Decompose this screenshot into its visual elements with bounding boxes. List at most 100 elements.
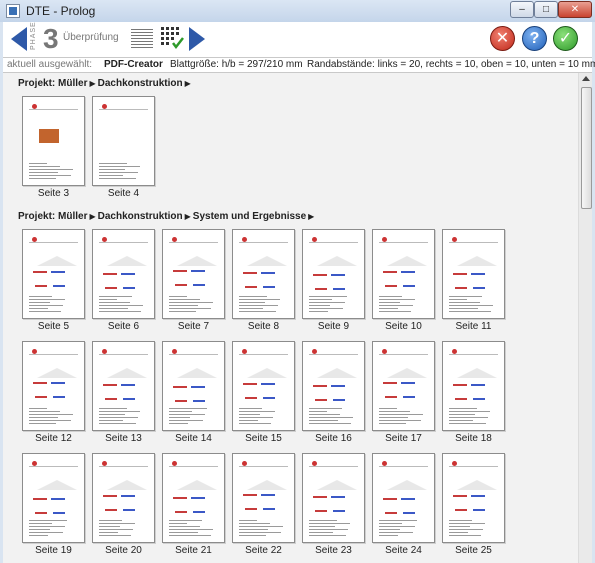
help-icon[interactable]: ? bbox=[522, 26, 547, 51]
preview-mark bbox=[32, 237, 37, 242]
preview-mark bbox=[32, 461, 37, 466]
preview-mark bbox=[239, 460, 288, 467]
page-thumbnail[interactable] bbox=[92, 96, 155, 186]
page-thumbnail[interactable] bbox=[302, 229, 365, 319]
preview-mark bbox=[245, 286, 257, 288]
preview-mark bbox=[99, 460, 148, 467]
preview-mark bbox=[449, 308, 478, 309]
preview-mark bbox=[29, 163, 47, 164]
preview-mark bbox=[261, 494, 275, 496]
preview-mark bbox=[29, 172, 58, 173]
preview-mark bbox=[99, 520, 122, 521]
preview-mark bbox=[35, 396, 47, 398]
page-label: Seite 24 bbox=[385, 545, 422, 556]
page-thumbnail[interactable] bbox=[302, 453, 365, 543]
preview-mark bbox=[401, 498, 415, 500]
page-thumbnail[interactable] bbox=[372, 453, 435, 543]
preview-mark bbox=[309, 311, 328, 312]
preview-mark bbox=[382, 349, 387, 354]
page-preview bbox=[29, 236, 78, 312]
preview-mark bbox=[239, 411, 275, 412]
cancel-icon[interactable]: ✕ bbox=[490, 26, 515, 51]
paper-size: Blattgröße: h/b = 297/210 mm bbox=[170, 59, 303, 70]
preview-mark bbox=[105, 398, 117, 400]
close-button[interactable]: ✕ bbox=[558, 1, 592, 18]
preview-mark bbox=[331, 274, 345, 276]
page-thumbnail[interactable] bbox=[232, 453, 295, 543]
page-margins: Randabstände: links = 20, rechts = 10, o… bbox=[307, 59, 595, 70]
preview-mark bbox=[107, 480, 147, 490]
page-thumbnail[interactable] bbox=[22, 453, 85, 543]
preview-mark bbox=[29, 308, 48, 309]
page-thumbnail[interactable] bbox=[162, 229, 225, 319]
confirm-icon[interactable]: ✓ bbox=[553, 26, 578, 51]
preview-mark bbox=[242, 237, 247, 242]
scrollbar-thumb[interactable] bbox=[581, 87, 592, 209]
page-thumbnail[interactable] bbox=[232, 341, 295, 431]
preview-mark bbox=[37, 368, 77, 378]
page-thumbnail[interactable] bbox=[22, 229, 85, 319]
page-preview bbox=[29, 103, 78, 179]
page-label: Seite 9 bbox=[317, 321, 350, 332]
preview-mark bbox=[379, 526, 415, 527]
preview-mark bbox=[239, 523, 270, 524]
page-preview bbox=[309, 236, 358, 312]
preview-mark bbox=[99, 535, 131, 536]
page-thumbnail[interactable] bbox=[22, 341, 85, 431]
next-phase-icon[interactable] bbox=[189, 27, 205, 51]
app-icon bbox=[6, 4, 20, 18]
preview-mark bbox=[452, 461, 457, 466]
page-thumbnail[interactable] bbox=[162, 453, 225, 543]
preview-mark bbox=[379, 302, 400, 303]
preview-mark bbox=[33, 498, 47, 500]
list-view-icon[interactable] bbox=[131, 27, 153, 49]
preview-mark bbox=[169, 523, 187, 524]
window-title: DTE - Prolog bbox=[26, 4, 96, 18]
page-label: Seite 23 bbox=[315, 545, 352, 556]
minimize-button[interactable]: – bbox=[510, 1, 534, 18]
preview-mark bbox=[169, 302, 213, 303]
preview-mark bbox=[29, 526, 65, 527]
page-thumbnail[interactable] bbox=[372, 229, 435, 319]
preview-mark bbox=[32, 104, 37, 109]
preview-mark bbox=[169, 411, 192, 412]
preview-mark bbox=[29, 523, 52, 524]
preview-mark bbox=[172, 349, 177, 354]
preview-mark bbox=[99, 166, 140, 167]
preview-mark bbox=[449, 348, 498, 355]
preview-mark bbox=[317, 256, 357, 266]
preview-mark bbox=[331, 385, 345, 387]
preview-mark bbox=[39, 129, 59, 143]
page-thumbnail[interactable] bbox=[92, 453, 155, 543]
page-thumbnail[interactable] bbox=[442, 453, 505, 543]
preview-mark bbox=[191, 270, 205, 272]
preview-mark bbox=[449, 414, 475, 415]
phase-number: 3 bbox=[43, 23, 59, 54]
preview-mark bbox=[453, 495, 467, 497]
page-thumbnail[interactable] bbox=[92, 341, 155, 431]
page-thumbnail[interactable] bbox=[442, 341, 505, 431]
preview-mark bbox=[29, 169, 73, 170]
thumbnail-view-icon[interactable] bbox=[160, 26, 184, 50]
page-thumbnail[interactable] bbox=[162, 341, 225, 431]
preview-mark bbox=[29, 311, 61, 312]
page-thumbnail[interactable] bbox=[22, 96, 85, 186]
preview-mark bbox=[379, 308, 398, 309]
preview-mark bbox=[29, 302, 50, 303]
preview-mark bbox=[29, 178, 56, 179]
page-thumbnail[interactable] bbox=[442, 229, 505, 319]
page-thumbnail[interactable] bbox=[302, 341, 365, 431]
preview-mark bbox=[312, 349, 317, 354]
preview-mark bbox=[99, 175, 123, 176]
vertical-scrollbar[interactable] bbox=[578, 73, 592, 563]
preview-mark bbox=[245, 508, 257, 510]
page-thumbnail[interactable] bbox=[232, 229, 295, 319]
maximize-button[interactable]: □ bbox=[534, 1, 558, 18]
preview-mark bbox=[107, 256, 147, 266]
page-preview bbox=[169, 348, 218, 424]
page-thumbnail[interactable] bbox=[92, 229, 155, 319]
scroll-up-icon[interactable] bbox=[582, 76, 590, 81]
previous-phase-icon[interactable] bbox=[11, 27, 27, 51]
page-thumbnail[interactable] bbox=[372, 341, 435, 431]
preview-mark bbox=[99, 420, 123, 421]
